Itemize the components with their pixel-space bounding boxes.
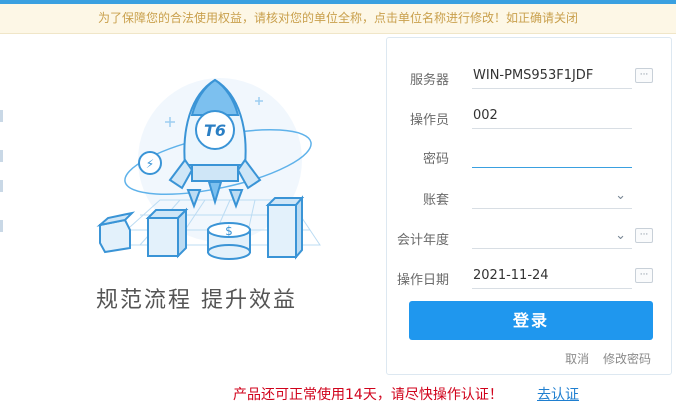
- fiscal-year-row: 会计年度 ⌄ ···: [387, 223, 671, 253]
- chevron-down-icon[interactable]: ⌄: [615, 223, 626, 249]
- operator-label: 操作员: [409, 113, 449, 128]
- login-panel: 服务器 WIN-PMS953F1JDF ··· 操作员 002 密码 账套 ⌄ …: [386, 37, 672, 375]
- op-date-field[interactable]: 2021-11-24: [472, 263, 632, 289]
- account-row: 账套 ⌄: [387, 183, 671, 213]
- coin-symbol: $: [225, 224, 233, 238]
- bolt-icon: ⚡: [146, 157, 154, 171]
- server-more-button[interactable]: ···: [635, 68, 653, 83]
- cancel-link[interactable]: 取消: [565, 352, 589, 366]
- left-edge-marks: [0, 110, 4, 250]
- slogan: 规范流程 提升效益: [96, 288, 297, 313]
- server-field[interactable]: WIN-PMS953F1JDF: [472, 63, 632, 89]
- operator-field[interactable]: 002: [472, 103, 632, 129]
- fiscal-year-more-button[interactable]: ···: [635, 228, 653, 243]
- rocket-illustration: $ T6 ⚡: [96, 78, 321, 260]
- op-date-more-button[interactable]: ···: [635, 268, 653, 283]
- notice-banner[interactable]: 为了保障您的合法使用权益，请核对您的单位全称，点击单位名称进行修改！如正确请关闭: [0, 4, 676, 34]
- panel-links: 取消 修改密码: [555, 350, 651, 367]
- chevron-down-icon[interactable]: ⌄: [615, 183, 626, 209]
- server-label: 服务器: [409, 73, 449, 88]
- certify-link[interactable]: 去认证: [537, 384, 579, 404]
- illustration: $ T6 ⚡: [70, 70, 340, 270]
- trial-warning: 产品还可正常使用14天，请尽快操作认证！: [233, 387, 503, 403]
- operator-row: 操作员 002: [387, 103, 671, 133]
- t6-badge: T6: [204, 121, 226, 140]
- password-label: 密码: [422, 152, 449, 167]
- server-row: 服务器 WIN-PMS953F1JDF ···: [387, 63, 671, 93]
- fiscal-year-label: 会计年度: [396, 233, 449, 248]
- account-label: 账套: [422, 193, 449, 208]
- account-select[interactable]: ⌄: [472, 183, 632, 209]
- password-row: 密码: [387, 142, 671, 172]
- change-password-link[interactable]: 修改密码: [603, 352, 651, 366]
- op-date-row: 操作日期 2021-11-24 ···: [387, 263, 671, 293]
- password-field[interactable]: [472, 142, 632, 168]
- fiscal-year-select[interactable]: ⌄: [472, 223, 632, 249]
- login-button[interactable]: 登录: [409, 301, 653, 340]
- op-date-label: 操作日期: [396, 273, 449, 288]
